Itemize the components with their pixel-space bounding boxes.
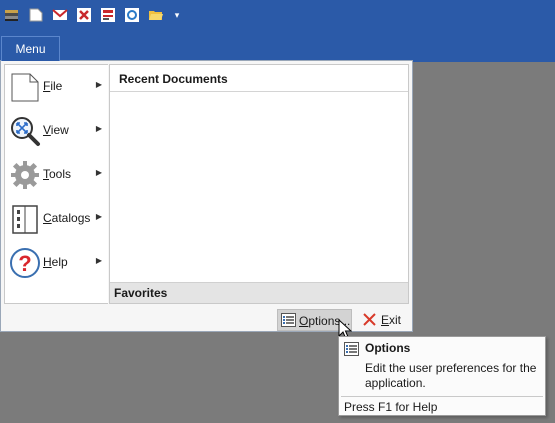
recent-documents-pane: Recent Documents Favorites <box>109 64 409 304</box>
title-bar: ▾ <box>0 0 555 62</box>
exit-button-label: Exit <box>381 313 402 327</box>
menu-item-help[interactable]: ? Help ▶ <box>5 241 108 285</box>
tooltip-help-hint: Press F1 for Help <box>344 400 438 414</box>
menu-item-file[interactable]: File ▶ <box>5 65 108 109</box>
menu-item-label: File <box>43 79 63 93</box>
recent-documents-title: Recent Documents <box>119 72 228 86</box>
submenu-arrow-icon: ▶ <box>95 212 102 221</box>
submenu-arrow-icon: ▶ <box>95 124 102 133</box>
catalog-icon <box>9 203 41 235</box>
menu-item-label: View <box>43 123 69 137</box>
menu-commands-pane: File ▶ View ▶ Tools ▶ Catalogs ▶ ? Help … <box>4 64 108 304</box>
tooltip-description: Edit the user preferences for the applic… <box>365 361 537 390</box>
mail-icon[interactable] <box>52 7 68 23</box>
menu-tab[interactable]: Menu <box>1 36 60 61</box>
tooltip-title: Options <box>365 341 411 355</box>
recent-documents-header: Recent Documents <box>110 65 408 92</box>
menu-item-view[interactable]: View ▶ <box>5 109 108 153</box>
file-icon <box>9 71 41 103</box>
book-icon[interactable] <box>4 7 20 23</box>
svg-text:?: ? <box>18 251 31 276</box>
customize-toolbar-dropdown[interactable]: ▾ <box>172 7 182 23</box>
menu-item-label: Tools <box>43 167 72 181</box>
help-icon: ? <box>9 247 41 279</box>
delete-report-icon[interactable] <box>76 7 92 23</box>
favorites-title: Favorites <box>114 286 168 300</box>
menu-item-tools[interactable]: Tools ▶ <box>5 153 108 197</box>
submenu-arrow-icon: ▶ <box>95 80 102 89</box>
gear-icon <box>9 159 41 191</box>
menu-item-label: Catalogs <box>43 211 91 225</box>
options-tooltip: Options Edit the user preferences for th… <box>338 336 546 416</box>
view-icon[interactable] <box>124 7 140 23</box>
application-menu: File ▶ View ▶ Tools ▶ Catalogs ▶ ? Help … <box>0 60 413 332</box>
close-icon <box>363 313 376 329</box>
submenu-arrow-icon: ▶ <box>95 256 102 265</box>
report-icon[interactable] <box>100 7 116 23</box>
open-folder-icon[interactable] <box>148 7 164 23</box>
menu-item-label: Help <box>43 255 68 269</box>
quick-access-toolbar: ▾ <box>4 5 182 25</box>
new-document-icon[interactable] <box>28 7 44 23</box>
menu-item-catalogs[interactable]: Catalogs ▶ <box>5 197 108 241</box>
zoom-view-icon <box>9 115 41 147</box>
options-icon <box>281 313 296 330</box>
tooltip-divider <box>341 396 543 397</box>
submenu-arrow-icon: ▶ <box>95 168 102 177</box>
favorites-header[interactable]: Favorites <box>110 282 408 303</box>
exit-button[interactable]: Exit <box>359 309 405 331</box>
options-icon <box>344 342 359 359</box>
